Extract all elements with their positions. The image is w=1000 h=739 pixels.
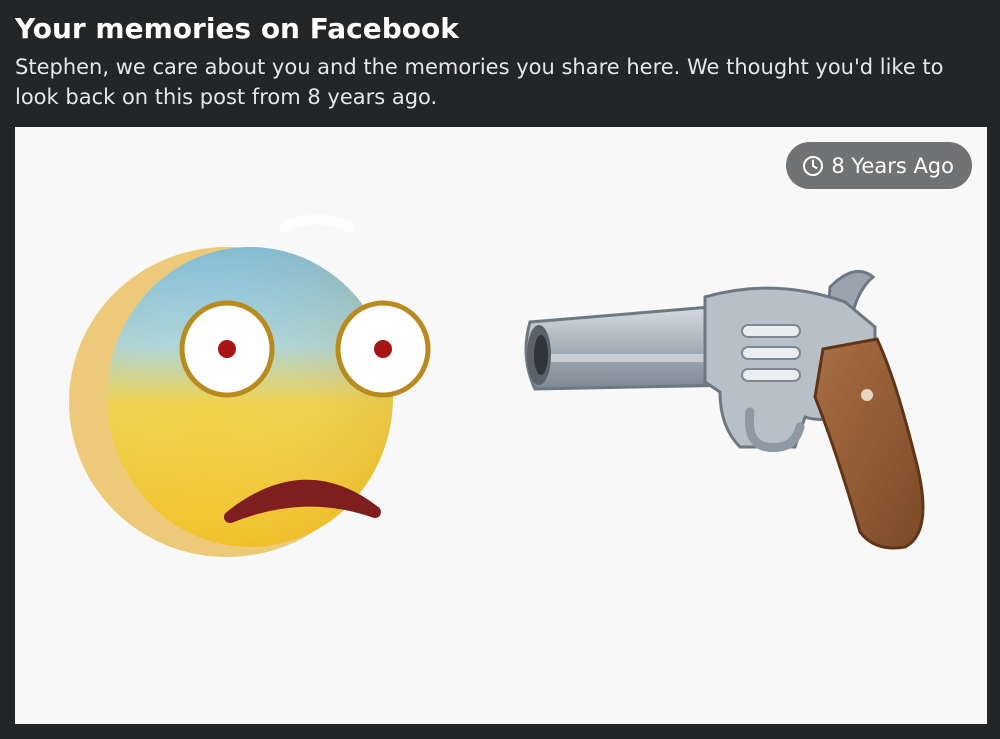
pistol-emoji [524, 269, 925, 550]
badge-label: 8 Years Ago [831, 153, 954, 178]
memory-title: Your memories on Facebook [15, 12, 459, 45]
memory-message: Stephen, we care about you and the memor… [15, 55, 944, 109]
memory-post-image[interactable]: 8 Years Ago [15, 127, 987, 724]
fearful-face-emoji [69, 214, 431, 557]
time-ago-badge: 8 Years Ago [786, 142, 972, 189]
clock-icon [802, 155, 824, 177]
memory-header: Your memories on Facebook Stephen, we ca… [15, 10, 985, 112]
